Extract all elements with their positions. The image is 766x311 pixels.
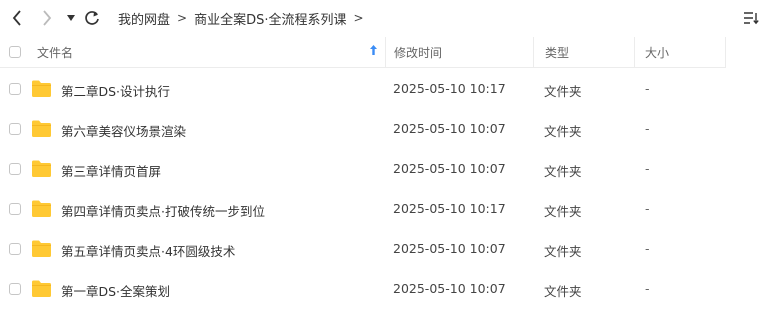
file-name[interactable]: 第一章DS·全案策划 bbox=[61, 281, 170, 300]
row-checkbox[interactable] bbox=[9, 203, 21, 215]
forward-button[interactable] bbox=[36, 7, 58, 29]
caret-down-icon bbox=[67, 15, 75, 21]
breadcrumb-item-current[interactable]: 商业全案DS·全流程系列课 bbox=[194, 9, 346, 28]
row-checkbox[interactable] bbox=[9, 83, 21, 95]
file-modified-time: 2025-05-10 10:07 bbox=[393, 241, 506, 256]
file-size: - bbox=[645, 201, 650, 216]
column-header-modified[interactable]: 修改时间 bbox=[394, 44, 442, 61]
file-name[interactable]: 第二章DS·设计执行 bbox=[61, 81, 170, 100]
file-size: - bbox=[645, 81, 650, 96]
file-type: 文件夹 bbox=[544, 164, 582, 179]
table-row[interactable]: 第二章DS·设计执行 2025-05-10 10:17 文件夹 - bbox=[0, 69, 766, 109]
column-header-type[interactable]: 类型 bbox=[545, 44, 569, 61]
column-divider[interactable] bbox=[533, 37, 534, 67]
column-divider[interactable] bbox=[385, 37, 386, 67]
column-divider[interactable] bbox=[725, 37, 726, 67]
breadcrumb: 我的网盘 > 商业全案DS·全流程系列课 > bbox=[118, 9, 371, 28]
file-modified-time: 2025-05-10 10:17 bbox=[393, 81, 506, 96]
select-all-checkbox[interactable] bbox=[9, 46, 21, 58]
folder-icon bbox=[32, 240, 51, 257]
file-size: - bbox=[645, 161, 650, 176]
file-modified-time: 2025-05-10 10:07 bbox=[393, 121, 506, 136]
table-header: 文件名 修改时间 类型 大小 bbox=[0, 37, 766, 68]
file-modified-time: 2025-05-10 10:07 bbox=[393, 161, 506, 176]
refresh-icon bbox=[85, 11, 99, 25]
column-header-name[interactable]: 文件名 bbox=[37, 44, 73, 61]
toolbar: 我的网盘 > 商业全案DS·全流程系列课 > bbox=[0, 0, 766, 36]
history-dropdown-button[interactable] bbox=[60, 7, 82, 29]
file-size: - bbox=[645, 121, 650, 136]
breadcrumb-item-root[interactable]: 我的网盘 bbox=[118, 9, 170, 28]
folder-icon bbox=[32, 280, 51, 297]
file-size: - bbox=[645, 241, 650, 256]
breadcrumb-separator: > bbox=[177, 11, 188, 25]
file-name[interactable]: 第六章美容仪场景渲染 bbox=[61, 121, 186, 140]
refresh-button[interactable] bbox=[81, 7, 103, 29]
file-name[interactable]: 第四章详情页卖点·打破传统一步到位 bbox=[61, 201, 265, 220]
table-row[interactable]: 第三章详情页首屏 2025-05-10 10:07 文件夹 - bbox=[0, 149, 766, 189]
back-button[interactable] bbox=[6, 7, 28, 29]
sort-options-button[interactable] bbox=[742, 9, 760, 27]
table-row[interactable]: 第六章美容仪场景渲染 2025-05-10 10:07 文件夹 - bbox=[0, 109, 766, 149]
row-checkbox[interactable] bbox=[9, 163, 21, 175]
column-header-size[interactable]: 大小 bbox=[645, 44, 669, 61]
file-name[interactable]: 第三章详情页首屏 bbox=[61, 161, 161, 180]
column-divider[interactable] bbox=[634, 37, 635, 67]
file-type: 文件夹 bbox=[544, 204, 582, 219]
folder-icon bbox=[32, 120, 51, 137]
table-row[interactable]: 第一章DS·全案策划 2025-05-10 10:07 文件夹 - bbox=[0, 269, 766, 309]
file-size: - bbox=[645, 281, 650, 296]
header-border bbox=[0, 67, 726, 68]
folder-icon bbox=[32, 160, 51, 177]
file-name[interactable]: 第五章详情页卖点·4环圆级技术 bbox=[61, 241, 235, 260]
folder-icon bbox=[32, 80, 51, 97]
file-modified-time: 2025-05-10 10:17 bbox=[393, 201, 506, 216]
chevron-left-icon bbox=[12, 10, 21, 26]
sort-list-icon bbox=[744, 12, 759, 25]
table-row[interactable]: 第五章详情页卖点·4环圆级技术 2025-05-10 10:07 文件夹 - bbox=[0, 229, 766, 269]
chevron-right-icon bbox=[43, 10, 52, 26]
row-checkbox[interactable] bbox=[9, 123, 21, 135]
file-type: 文件夹 bbox=[544, 284, 582, 299]
file-type: 文件夹 bbox=[544, 124, 582, 139]
folder-icon bbox=[32, 200, 51, 217]
row-checkbox[interactable] bbox=[9, 283, 21, 295]
breadcrumb-separator: > bbox=[353, 11, 364, 25]
file-type: 文件夹 bbox=[544, 84, 582, 99]
table-row[interactable]: 第四章详情页卖点·打破传统一步到位 2025-05-10 10:17 文件夹 - bbox=[0, 189, 766, 229]
file-type: 文件夹 bbox=[544, 244, 582, 259]
sort-ascending-icon bbox=[370, 45, 377, 55]
row-checkbox[interactable] bbox=[9, 243, 21, 255]
file-modified-time: 2025-05-10 10:07 bbox=[393, 281, 506, 296]
